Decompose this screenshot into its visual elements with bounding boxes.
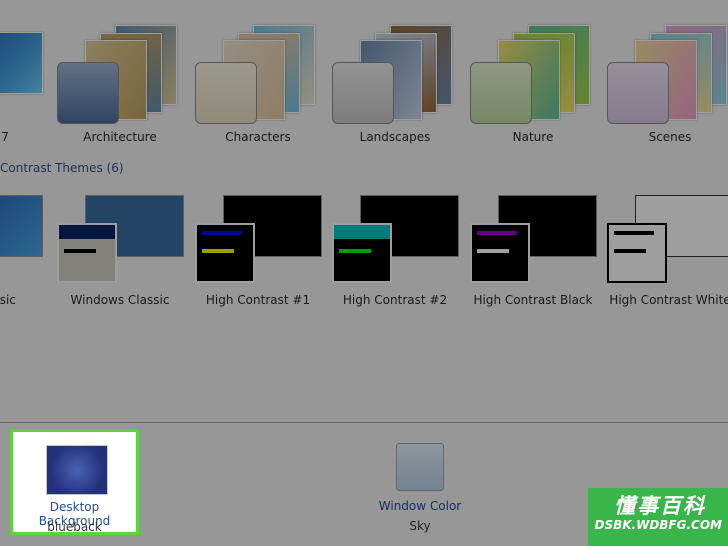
theme-color-swatch xyxy=(607,62,669,124)
theme-high-contrast-1[interactable]: High Contrast #1 xyxy=(193,195,323,345)
theme-characters[interactable]: Characters xyxy=(193,0,323,150)
theme-preview-desktop xyxy=(0,195,43,257)
watermark-en-text: DSBK.WDBFG.COM xyxy=(594,518,722,532)
theme-label: Scenes xyxy=(648,130,692,144)
theme-high-contrast-black[interactable]: High Contrast Black xyxy=(468,195,598,345)
window-title-bar xyxy=(334,225,390,239)
window-color-link[interactable]: Window Color xyxy=(360,499,480,513)
desktop-background-thumbnail xyxy=(46,445,108,495)
window-title-bar xyxy=(477,231,517,235)
watermark-cn-text: 懂事百科 xyxy=(614,494,706,518)
window-text-line xyxy=(614,249,646,253)
window-title-bar xyxy=(202,231,242,235)
divider xyxy=(0,422,728,423)
window-text-line xyxy=(477,249,509,253)
theme-preview-window xyxy=(470,223,530,283)
window-title-bar xyxy=(59,225,115,239)
desktop-background-value: blueback xyxy=(47,520,102,534)
contrast-themes-heading: Contrast Themes (6) xyxy=(0,161,124,175)
window-color-button[interactable]: Window Color Sky xyxy=(360,443,480,533)
theme-label: High Contrast #2 xyxy=(342,293,448,307)
theme-color-swatch xyxy=(195,62,257,124)
window-text-line xyxy=(64,249,96,253)
theme-label: Landscapes xyxy=(359,130,431,144)
theme-preview-window xyxy=(607,223,667,283)
theme-architecture[interactable]: Architecture xyxy=(55,0,185,150)
theme-label: Nature xyxy=(512,130,554,144)
theme-color-swatch xyxy=(332,62,394,124)
theme-label: Characters xyxy=(225,130,291,144)
theme-preview xyxy=(0,32,43,94)
watermark-logo: 懂事百科 DSBK.WDBFG.COM xyxy=(588,488,728,546)
theme-windows-classic[interactable]: Windows Classic xyxy=(55,195,185,345)
theme-high-contrast-2[interactable]: High Contrast #2 xyxy=(330,195,460,345)
window-text-line xyxy=(202,249,234,253)
theme-label: High Contrast White xyxy=(609,293,728,307)
theme-label: High Contrast Black xyxy=(473,293,593,307)
theme-preview-window xyxy=(195,223,255,283)
window-text-line xyxy=(339,249,371,253)
theme-nature[interactable]: Nature xyxy=(468,0,598,150)
theme-landscapes[interactable]: Landscapes xyxy=(330,0,460,150)
theme-preview-window xyxy=(57,223,117,283)
theme-label: Windows Classic xyxy=(70,293,170,307)
theme-preview-window xyxy=(332,223,392,283)
desktop-background-button[interactable]: Desktop Background blueback xyxy=(10,429,139,535)
theme-color-swatch xyxy=(470,62,532,124)
theme-color-swatch xyxy=(57,62,119,124)
window-color-value: Sky xyxy=(409,519,431,533)
theme-high-contrast-white[interactable]: High Contrast White xyxy=(605,195,728,345)
window-title-bar xyxy=(614,231,654,235)
theme-label: High Contrast #1 xyxy=(205,293,311,307)
theme-label: Architecture xyxy=(83,130,157,144)
window-color-swatch xyxy=(396,443,444,491)
theme-scenes[interactable]: Scenes xyxy=(605,0,728,150)
